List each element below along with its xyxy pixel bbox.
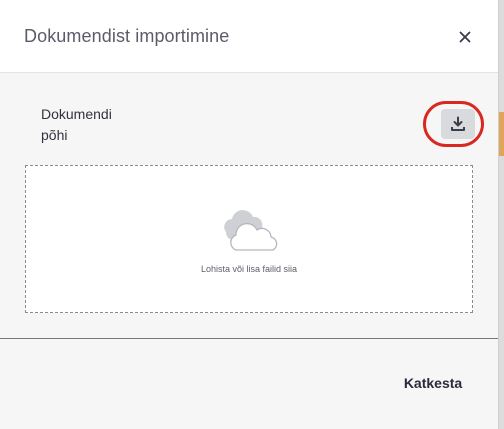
file-dropzone[interactable]: Lohista või lisa failid siia xyxy=(25,165,473,313)
dropzone-text: Lohista või lisa failid siia xyxy=(200,264,298,274)
close-icon xyxy=(459,31,471,43)
import-dialog: Dokumendist importimine Dokumendi põhi L… xyxy=(0,0,499,429)
download-template-button[interactable] xyxy=(441,109,475,139)
dialog-title: Dokumendist importimine xyxy=(24,26,230,46)
close-button[interactable] xyxy=(452,24,478,50)
template-section-label: Dokumendi põhi xyxy=(41,106,112,143)
download-icon xyxy=(451,116,465,131)
cancel-button[interactable]: Katkesta xyxy=(395,372,471,394)
dialog-header: Dokumendist importimine xyxy=(0,0,498,73)
cloud-upload-icon xyxy=(224,210,278,251)
footer-divider xyxy=(0,338,498,339)
